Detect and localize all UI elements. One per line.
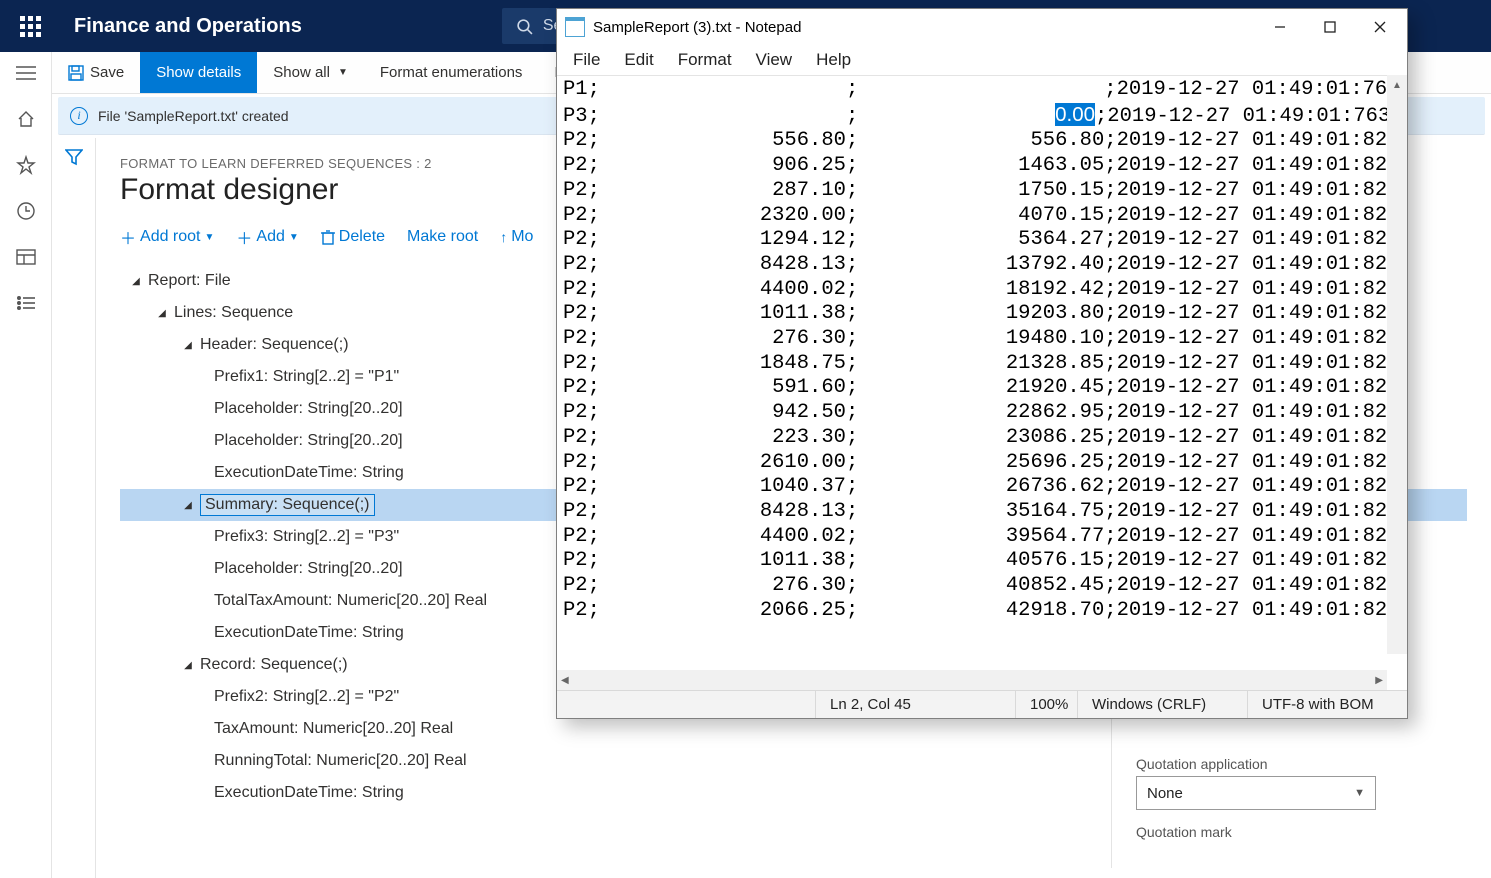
tree-twisty-icon[interactable]: ◢ <box>156 308 168 319</box>
search-icon <box>516 18 533 35</box>
left-rail <box>0 52 52 878</box>
recent-icon[interactable] <box>15 200 37 222</box>
tree-node-label: Prefix3: String[2..2] = "P3" <box>214 528 399 546</box>
show-all-button[interactable]: Show all▼ <box>257 52 364 93</box>
horizontal-scrollbar[interactable]: ◀▶ <box>557 670 1387 690</box>
tree-node-label: Report: File <box>148 272 231 290</box>
close-button[interactable] <box>1355 9 1405 45</box>
status-zoom: 100% <box>1015 691 1077 718</box>
trash-icon <box>321 229 335 245</box>
add-button[interactable]: ＋Add▼ <box>236 225 298 249</box>
tree-node-label: Prefix2: String[2..2] = "P2" <box>214 688 399 706</box>
tree-node-label: Header: Sequence(;) <box>200 336 349 354</box>
notepad-titlebar[interactable]: SampleReport (3).txt - Notepad <box>557 9 1407 45</box>
scroll-up-icon[interactable]: ▲ <box>1387 75 1407 95</box>
format-enumerations-button[interactable]: Format enumerations <box>364 52 539 93</box>
vertical-scrollbar[interactable]: ▲ <box>1387 75 1407 654</box>
tree-node-label: TaxAmount: Numeric[20..20] Real <box>214 720 453 738</box>
tree-node-label: Placeholder: String[20..20] <box>214 400 403 418</box>
home-icon[interactable] <box>15 108 37 130</box>
status-position: Ln 2, Col 45 <box>815 691 1015 718</box>
info-message: File 'SampleReport.txt' created <box>98 108 289 124</box>
chevron-down-icon: ▼ <box>338 67 348 78</box>
plus-icon: ＋ <box>120 225 136 249</box>
tree-node-label: ExecutionDateTime: String <box>214 624 404 642</box>
status-eol: Windows (CRLF) <box>1077 691 1247 718</box>
add-root-button[interactable]: ＋Add root▼ <box>120 225 214 249</box>
save-button[interactable]: Save <box>52 52 140 93</box>
move-up-button[interactable]: ↑Mo <box>500 228 533 246</box>
tree-twisty-icon[interactable]: ◢ <box>182 660 194 671</box>
tree-node-label: ExecutionDateTime: String <box>214 464 404 482</box>
menu-item[interactable]: Help <box>804 48 863 72</box>
tree-node-label: ExecutionDateTime: String <box>214 784 404 802</box>
app-title: Finance and Operations <box>74 15 302 38</box>
menu-item[interactable]: File <box>561 48 612 72</box>
minimize-button[interactable] <box>1255 9 1305 45</box>
arrow-up-icon: ↑ <box>500 229 507 245</box>
quotation-mark-label: Quotation mark <box>1136 824 1427 840</box>
plus-icon: ＋ <box>236 225 252 249</box>
menu-item[interactable]: Format <box>666 48 744 72</box>
waffle-icon[interactable] <box>16 12 44 40</box>
delete-button[interactable]: Delete <box>321 228 385 246</box>
tree-twisty-icon[interactable]: ◢ <box>182 500 194 511</box>
tree-node-label: Record: Sequence(;) <box>200 656 348 674</box>
notepad-app-icon <box>565 17 585 37</box>
tree-twisty-icon[interactable]: ◢ <box>182 340 194 351</box>
info-icon: i <box>70 107 88 125</box>
notepad-window[interactable]: SampleReport (3).txt - Notepad FileEditF… <box>556 8 1408 719</box>
chevron-down-icon: ▼ <box>205 232 215 243</box>
status-encoding: UTF-8 with BOM <box>1247 691 1407 718</box>
chevron-down-icon: ▼ <box>289 232 299 243</box>
hamburger-icon[interactable] <box>15 62 37 84</box>
menu-item[interactable]: Edit <box>612 48 665 72</box>
scroll-left-icon[interactable]: ◀ <box>561 675 569 686</box>
show-details-button[interactable]: Show details <box>140 52 257 93</box>
filter-column <box>52 138 96 878</box>
notepad-statusbar: Ln 2, Col 45 100% Windows (CRLF) UTF-8 w… <box>557 690 1407 718</box>
tree-node-label: Prefix1: String[2..2] = "P1" <box>214 368 399 386</box>
make-root-button[interactable]: Make root <box>407 228 478 246</box>
tree-node-label: Lines: Sequence <box>174 304 293 322</box>
tree-node-label: Summary: Sequence(;) <box>200 494 375 516</box>
maximize-button[interactable] <box>1305 9 1355 45</box>
quotation-application-select[interactable]: None ▼ <box>1136 776 1376 810</box>
properties-form: Quotation application None ▼ Quotation m… <box>1111 718 1451 868</box>
notepad-menu[interactable]: FileEditFormatViewHelp <box>557 45 1407 75</box>
tree-node-label: Placeholder: String[20..20] <box>214 560 403 578</box>
chevron-down-icon: ▼ <box>1354 787 1365 799</box>
star-icon[interactable] <box>15 154 37 176</box>
save-icon <box>68 65 84 81</box>
modules-icon[interactable] <box>15 292 37 314</box>
notepad-title: SampleReport (3).txt - Notepad <box>593 19 801 36</box>
quotation-application-label: Quotation application <box>1136 756 1427 772</box>
workspace-icon[interactable] <box>15 246 37 268</box>
tree-node-label: TotalTaxAmount: Numeric[20..20] Real <box>214 592 487 610</box>
save-label: Save <box>90 64 124 81</box>
tree-twisty-icon[interactable]: ◢ <box>130 276 142 287</box>
notepad-text-area[interactable]: P1; ; ;2019-12-27 01:49:01:763 P3; ; 0.0… <box>557 75 1407 670</box>
filter-icon[interactable] <box>65 148 83 878</box>
scroll-right-icon[interactable]: ▶ <box>1375 675 1383 686</box>
tree-node-label: Placeholder: String[20..20] <box>214 432 403 450</box>
menu-item[interactable]: View <box>744 48 805 72</box>
tree-node-label: RunningTotal: Numeric[20..20] Real <box>214 752 467 770</box>
